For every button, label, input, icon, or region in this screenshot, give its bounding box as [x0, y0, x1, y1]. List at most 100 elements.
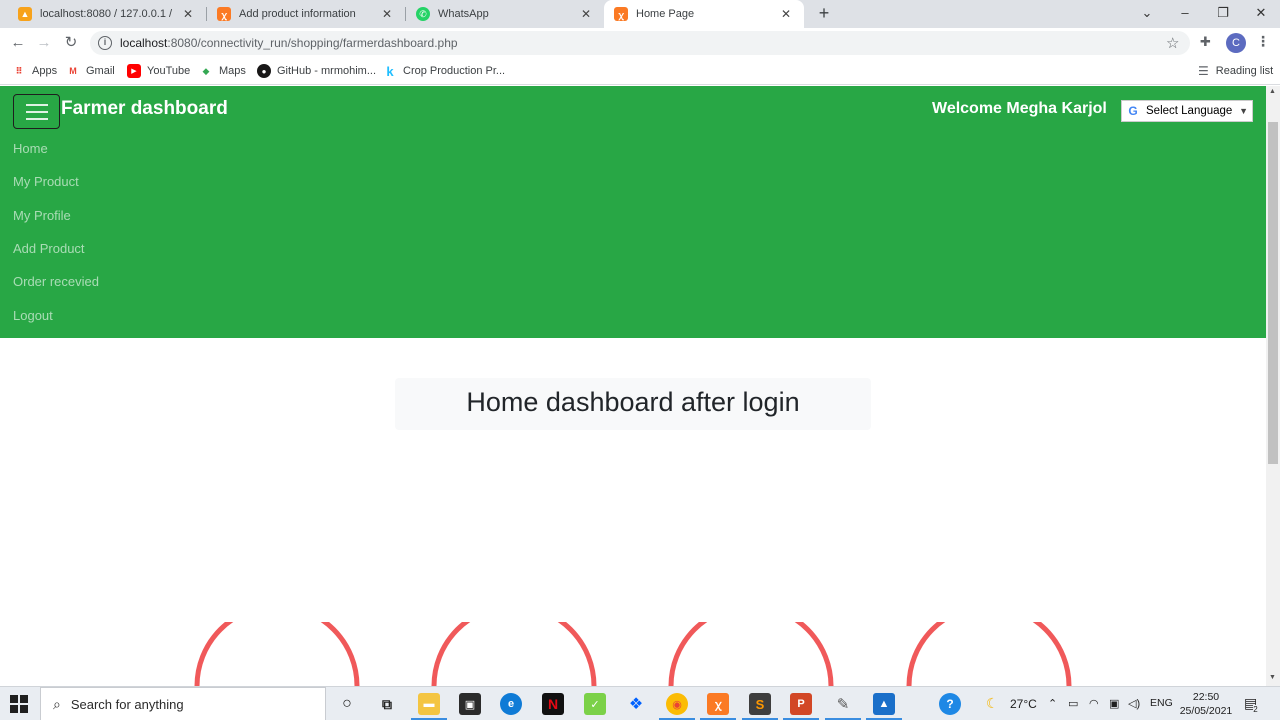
- task-view-icon[interactable]: ⧉: [376, 693, 398, 715]
- new-tab-icon[interactable]: +: [814, 4, 834, 24]
- clock[interactable]: 22:50 25/05/2021: [1178, 690, 1234, 718]
- xampp-icon[interactable]: ꭓ: [707, 693, 729, 715]
- chevron-up-icon[interactable]: ⌃: [1048, 697, 1057, 710]
- url-path: :8080/connectivity_run/shopping/farmerda…: [167, 36, 458, 50]
- store-icon[interactable]: ▣: [459, 693, 481, 715]
- navbar: Farmer dashboard Welcome Megha Karjol G …: [0, 86, 1266, 338]
- reload-icon[interactable]: ↻: [61, 33, 81, 53]
- nav-link-logout[interactable]: Logout: [13, 308, 53, 323]
- extensions-icon[interactable]: ✚: [1200, 34, 1211, 50]
- wifi-icon[interactable]: ◠: [1089, 697, 1099, 710]
- bookmark-github[interactable]: ● GitHub - mrmohim...: [257, 64, 376, 78]
- profile-avatar[interactable]: C: [1226, 33, 1246, 53]
- minimize-icon[interactable]: –: [1166, 0, 1204, 28]
- forward-icon[interactable]: →: [34, 33, 54, 53]
- decorative-arc: [906, 622, 1072, 686]
- close-icon[interactable]: ✕: [778, 7, 794, 21]
- bookmark-maps[interactable]: ◆ Maps: [199, 64, 246, 78]
- search-icon: ⌕: [53, 695, 61, 712]
- close-icon[interactable]: ✕: [379, 7, 395, 21]
- nav-link-order-received[interactable]: Order recevied: [13, 274, 99, 289]
- tab-strip: ▲ localhost:8080 / 127.0.0.1 / shopp ✕ ꭓ…: [0, 0, 1280, 28]
- chrome-icon[interactable]: ◉: [666, 693, 688, 715]
- scroll-up-icon[interactable]: ▲: [1269, 88, 1276, 95]
- xampp-icon: ꭓ: [217, 7, 231, 21]
- hamburger-line: [26, 111, 48, 113]
- kaggle-icon: k: [386, 63, 394, 79]
- tab-add-product[interactable]: ꭓ Add product information ✕: [207, 0, 405, 28]
- hamburger-line: [26, 118, 48, 120]
- menu-icon[interactable]: ⋮: [1256, 33, 1270, 50]
- info-icon[interactable]: i: [98, 36, 112, 50]
- bookmark-youtube[interactable]: ▶ YouTube: [127, 64, 190, 78]
- nav-link-add-product[interactable]: Add Product: [13, 241, 85, 256]
- address-bar[interactable]: i localhost:8080/connectivity_run/shoppi…: [90, 31, 1190, 55]
- scroll-down-icon[interactable]: ▼: [1269, 674, 1276, 681]
- cortana-icon[interactable]: ○: [336, 693, 358, 715]
- page-viewport: Farmer dashboard Welcome Megha Karjol G …: [0, 86, 1266, 686]
- reading-list-icon: ☰: [1198, 64, 1209, 78]
- windows-start-icon[interactable]: [10, 695, 28, 713]
- photos-icon[interactable]: ▲: [873, 693, 895, 715]
- youtube-icon: ▶: [127, 64, 141, 78]
- navbar-brand[interactable]: Farmer dashboard: [61, 98, 228, 120]
- dashboard-heading-box: Home dashboard after login: [395, 378, 871, 430]
- bookmark-apps[interactable]: ⠿ Apps: [12, 64, 57, 78]
- file-explorer-icon[interactable]: ▬: [418, 693, 440, 715]
- powerpoint-icon[interactable]: P: [790, 693, 812, 715]
- maps-icon: ◆: [202, 65, 210, 76]
- battery-icon[interactable]: ▭: [1068, 697, 1078, 710]
- sublime-text-icon[interactable]: S: [749, 693, 771, 715]
- tab-search-icon[interactable]: ⌄: [1128, 0, 1166, 28]
- help-icon[interactable]: ?: [939, 693, 961, 715]
- reading-list[interactable]: ☰ Reading list: [1198, 64, 1273, 78]
- back-icon[interactable]: ←: [8, 33, 28, 53]
- decorative-arc: [194, 622, 360, 686]
- volume-icon[interactable]: ◁): [1128, 697, 1140, 710]
- taskbar: ⌕ Search for anything ○ ⧉ ▬ ▣ e N ✓ ❖ ◉ …: [0, 686, 1280, 720]
- language-select[interactable]: G Select Language ▼: [1121, 100, 1253, 122]
- close-icon[interactable]: ✕: [180, 7, 196, 21]
- apps-grid-icon: ⠿: [15, 65, 23, 76]
- hamburger-line: [26, 104, 48, 106]
- scrollbar-thumb[interactable]: [1268, 122, 1278, 464]
- google-icon: G: [1128, 104, 1138, 118]
- decorative-arc: [431, 622, 597, 686]
- nav-link-my-profile[interactable]: My Profile: [13, 208, 71, 223]
- netflix-icon[interactable]: N: [542, 693, 564, 715]
- paint-icon[interactable]: ✎: [832, 693, 854, 715]
- phpmyadmin-icon: ▲: [18, 7, 32, 21]
- welcome-text: Welcome Megha Karjol: [932, 100, 1107, 117]
- bookmark-gmail[interactable]: M Gmail: [66, 64, 114, 78]
- chevron-down-icon: ▼: [1239, 106, 1248, 116]
- network-icon[interactable]: ▣: [1109, 697, 1119, 710]
- page-scrollbar[interactable]: ▲ ▼: [1266, 86, 1280, 686]
- tab-home-page[interactable]: ꭓ Home Page ✕: [604, 0, 804, 28]
- whatsapp-icon: ✆: [416, 7, 430, 21]
- close-icon[interactable]: ✕: [578, 7, 594, 21]
- bookmark-crop-production[interactable]: k Crop Production Pr...: [383, 63, 505, 79]
- weather-temperature[interactable]: 27°C: [1010, 697, 1037, 711]
- tab-whatsapp[interactable]: ✆ WhatsApp ✕: [406, 0, 604, 28]
- decorative-arc: [668, 622, 834, 686]
- dropbox-icon[interactable]: ❖: [625, 693, 647, 715]
- weather-moon-icon: ☾: [986, 695, 999, 711]
- nav-link-my-product[interactable]: My Product: [13, 174, 79, 189]
- url-host: localhost: [120, 36, 168, 50]
- gmail-icon: M: [69, 66, 77, 76]
- notifications-icon[interactable]: ▤2: [1244, 695, 1262, 714]
- browser-toolbar: ← → ↻ i localhost:8080/connectivity_run/…: [0, 28, 1280, 58]
- bookmark-star-icon[interactable]: ☆: [1166, 34, 1179, 52]
- page-title: Home dashboard after login: [466, 387, 800, 417]
- input-language[interactable]: ENG: [1150, 697, 1173, 709]
- edge-icon[interactable]: e: [500, 693, 522, 715]
- bookmarks-bar: ⠿ Apps M Gmail ▶ YouTube ◆ Maps ● GitHub…: [0, 58, 1280, 85]
- navbar-toggler-button[interactable]: [13, 94, 60, 129]
- maximize-icon[interactable]: ❐: [1204, 0, 1242, 28]
- taskbar-search[interactable]: ⌕ Search for anything: [40, 687, 326, 720]
- close-window-icon[interactable]: ✕: [1242, 0, 1280, 28]
- tab-phpmyadmin[interactable]: ▲ localhost:8080 / 127.0.0.1 / shopp ✕: [8, 0, 206, 28]
- github-icon: ●: [257, 64, 271, 78]
- app-icon[interactable]: ✓: [584, 693, 606, 715]
- nav-link-home[interactable]: Home: [13, 141, 48, 156]
